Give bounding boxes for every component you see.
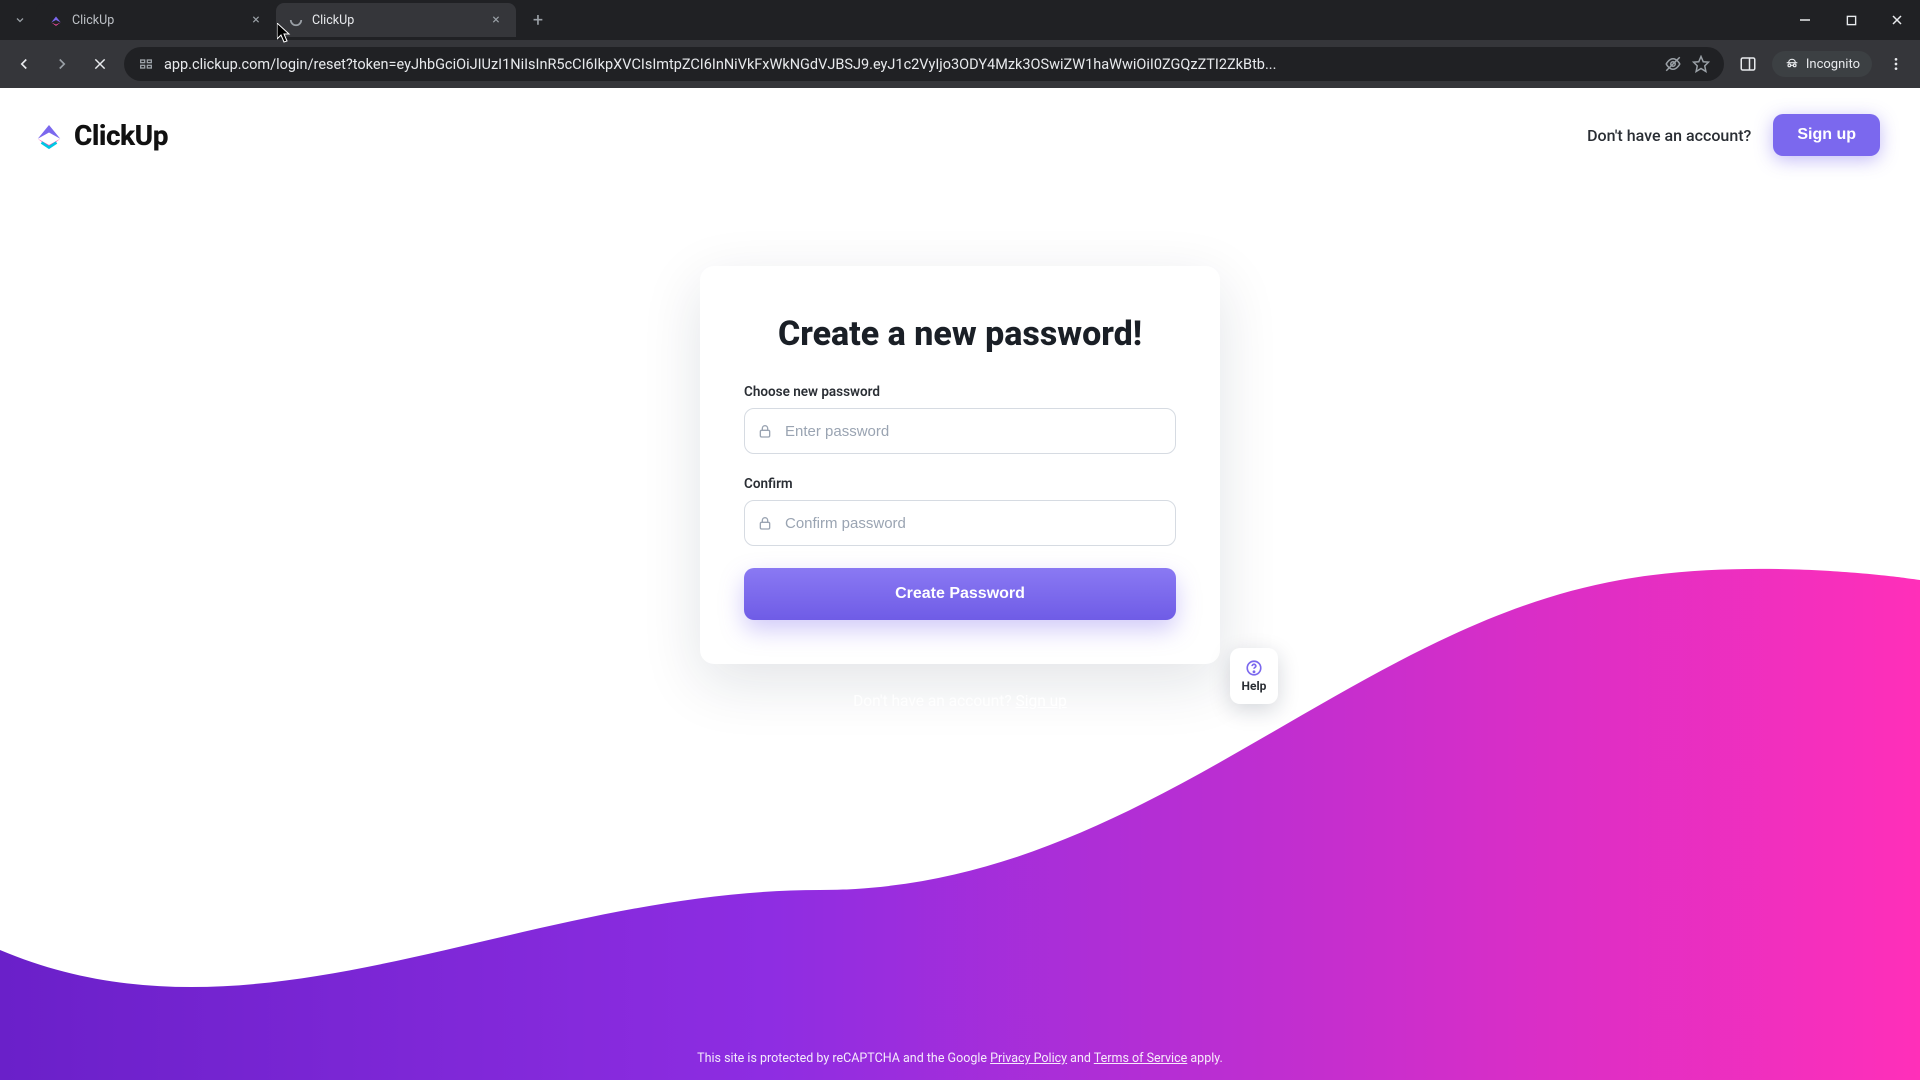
below-card-prompt: Don't have an account? Sign up bbox=[853, 692, 1067, 710]
confirm-password-input[interactable] bbox=[785, 515, 1163, 532]
header-question: Don't have an account? bbox=[1587, 126, 1751, 145]
confirm-password-label: Confirm bbox=[744, 476, 1176, 492]
stop-loading-icon[interactable] bbox=[86, 50, 114, 78]
maximize-icon[interactable] bbox=[1828, 0, 1874, 40]
tab-title: ClickUp bbox=[72, 13, 240, 28]
browser-toolbar: app.clickup.com/login/reset?token=eyJhbG… bbox=[0, 40, 1920, 88]
card-wrap: Create a new password! Choose new passwo… bbox=[0, 266, 1920, 710]
new-password-input[interactable] bbox=[785, 423, 1163, 440]
header-right: Don't have an account? Sign up bbox=[1587, 114, 1880, 156]
window-controls bbox=[1782, 0, 1920, 40]
help-icon bbox=[1245, 659, 1263, 677]
help-label: Help bbox=[1242, 679, 1267, 693]
back-button[interactable] bbox=[10, 50, 38, 78]
tab-clickup-1[interactable]: ClickUp × bbox=[36, 3, 276, 37]
browser-chrome: ClickUp × ClickUp × + bbox=[0, 0, 1920, 88]
confirm-password-field[interactable] bbox=[744, 500, 1176, 546]
password-reset-card: Create a new password! Choose new passwo… bbox=[700, 266, 1220, 664]
tab-title: ClickUp bbox=[312, 13, 480, 28]
page-header: ClickUp Don't have an account? Sign up bbox=[0, 88, 1920, 156]
lock-icon bbox=[757, 515, 773, 531]
help-button[interactable]: Help bbox=[1230, 648, 1278, 704]
address-bar[interactable]: app.clickup.com/login/reset?token=eyJhbG… bbox=[124, 47, 1724, 81]
side-panel-icon[interactable] bbox=[1734, 50, 1762, 78]
create-password-button[interactable]: Create Password bbox=[744, 568, 1176, 620]
bookmark-star-icon[interactable] bbox=[1692, 55, 1710, 73]
page-content: ClickUp Don't have an account? Sign up C… bbox=[0, 88, 1920, 1080]
tabs-dropdown-icon[interactable] bbox=[8, 8, 32, 32]
forward-button[interactable] bbox=[48, 50, 76, 78]
tab-clickup-2[interactable]: ClickUp × bbox=[276, 3, 516, 37]
signup-question: Don't have an account? bbox=[853, 692, 1015, 710]
incognito-label: Incognito bbox=[1806, 57, 1860, 72]
incognito-badge[interactable]: Incognito bbox=[1772, 51, 1872, 77]
legal-and: and bbox=[1067, 1051, 1094, 1066]
close-icon[interactable]: × bbox=[488, 12, 504, 28]
card-title: Create a new password! bbox=[744, 314, 1176, 354]
menu-icon[interactable] bbox=[1882, 50, 1910, 78]
clickup-logo[interactable]: ClickUp bbox=[34, 119, 168, 152]
legal-prefix: This site is protected by reCAPTCHA and … bbox=[697, 1051, 990, 1066]
signup-link[interactable]: Sign up bbox=[1016, 692, 1067, 710]
site-settings-icon[interactable] bbox=[138, 56, 154, 72]
close-icon[interactable]: × bbox=[248, 12, 264, 28]
lock-icon bbox=[757, 423, 773, 439]
clickup-favicon-icon bbox=[48, 12, 64, 28]
footer-legal: This site is protected by reCAPTCHA and … bbox=[0, 1051, 1920, 1066]
new-tab-button[interactable]: + bbox=[524, 6, 552, 34]
eye-off-icon[interactable] bbox=[1664, 55, 1682, 73]
signup-button[interactable]: Sign up bbox=[1773, 114, 1880, 156]
brand-name: ClickUp bbox=[74, 119, 168, 152]
clickup-logo-icon bbox=[34, 120, 64, 150]
url-text: app.clickup.com/login/reset?token=eyJhbG… bbox=[164, 56, 1654, 73]
close-window-icon[interactable] bbox=[1874, 0, 1920, 40]
terms-of-service-link[interactable]: Terms of Service bbox=[1094, 1051, 1187, 1066]
new-password-label: Choose new password bbox=[744, 384, 1176, 400]
legal-suffix: apply. bbox=[1187, 1051, 1223, 1066]
privacy-policy-link[interactable]: Privacy Policy bbox=[990, 1051, 1067, 1066]
new-password-field[interactable] bbox=[744, 408, 1176, 454]
minimize-icon[interactable] bbox=[1782, 0, 1828, 40]
loading-spinner-icon bbox=[288, 12, 304, 28]
tab-strip: ClickUp × ClickUp × + bbox=[0, 0, 1920, 40]
incognito-icon bbox=[1784, 56, 1800, 72]
